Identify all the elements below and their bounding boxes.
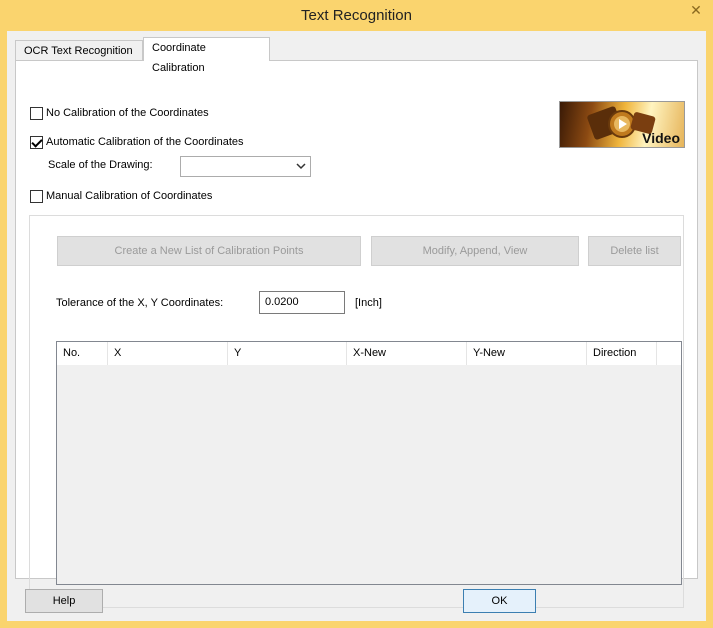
dialog-window: Text Recognition ✕ OCR Text Recognition … [0, 0, 713, 628]
column-header-y-new[interactable]: Y-New [467, 342, 587, 365]
title-bar: Text Recognition ✕ [0, 0, 713, 31]
scale-of-drawing-label: Scale of the Drawing: [48, 159, 153, 171]
tolerance-input[interactable]: 0.0200 [259, 291, 345, 314]
no-calibration-option[interactable]: No Calibration of the Coordinates [30, 105, 209, 121]
manual-calibration-label: Manual Calibration of Coordinates [46, 190, 213, 202]
calibration-points-table[interactable]: No. X Y X-New Y-New Direction [56, 341, 682, 585]
no-calibration-checkbox[interactable] [30, 106, 43, 120]
manual-calibration-checkbox[interactable] [30, 189, 43, 203]
window-title: Text Recognition [301, 7, 412, 24]
automatic-calibration-label: Automatic Calibration of the Coordinates [46, 136, 244, 148]
column-header-direction[interactable]: Direction [587, 342, 657, 365]
column-header-y[interactable]: Y [228, 342, 347, 365]
calibration-tab-panel: No Calibration of the Coordinates Automa… [15, 60, 698, 608]
tab-ocr-text-recognition[interactable]: OCR Text Recognition [15, 40, 143, 60]
table-header: No. X Y X-New Y-New Direction [57, 342, 681, 365]
close-icon[interactable]: ✕ [679, 0, 713, 20]
column-header-x[interactable]: X [108, 342, 228, 365]
chevron-down-icon [296, 163, 306, 170]
video-logo-text: Video [642, 130, 680, 146]
video-tutorial-button[interactable]: Video [559, 101, 685, 148]
ok-button[interactable]: OK [463, 589, 536, 613]
delete-list-button[interactable]: Delete list [588, 236, 681, 266]
help-button[interactable]: Help [25, 589, 103, 613]
modify-append-view-button[interactable]: Modify, Append, View [371, 236, 579, 266]
tab-coordinate-calibration[interactable]: Coordinate Calibration [143, 37, 270, 74]
dialog-client-area: OCR Text Recognition Coordinate Calibrat… [7, 31, 706, 621]
column-header-x-new[interactable]: X-New [347, 342, 467, 365]
tolerance-unit: [Inch] [355, 297, 382, 309]
automatic-calibration-checkbox[interactable] [30, 135, 43, 149]
automatic-calibration-option[interactable]: Automatic Calibration of the Coordinates [30, 134, 244, 150]
create-calibration-list-button[interactable]: Create a New List of Calibration Points [57, 236, 361, 266]
column-header-no[interactable]: No. [57, 342, 108, 365]
tolerance-label: Tolerance of the X, Y Coordinates: [56, 297, 224, 309]
scale-of-drawing-select[interactable] [180, 156, 311, 177]
no-calibration-label: No Calibration of the Coordinates [46, 107, 209, 119]
manual-calibration-option[interactable]: Manual Calibration of Coordinates [30, 188, 212, 204]
